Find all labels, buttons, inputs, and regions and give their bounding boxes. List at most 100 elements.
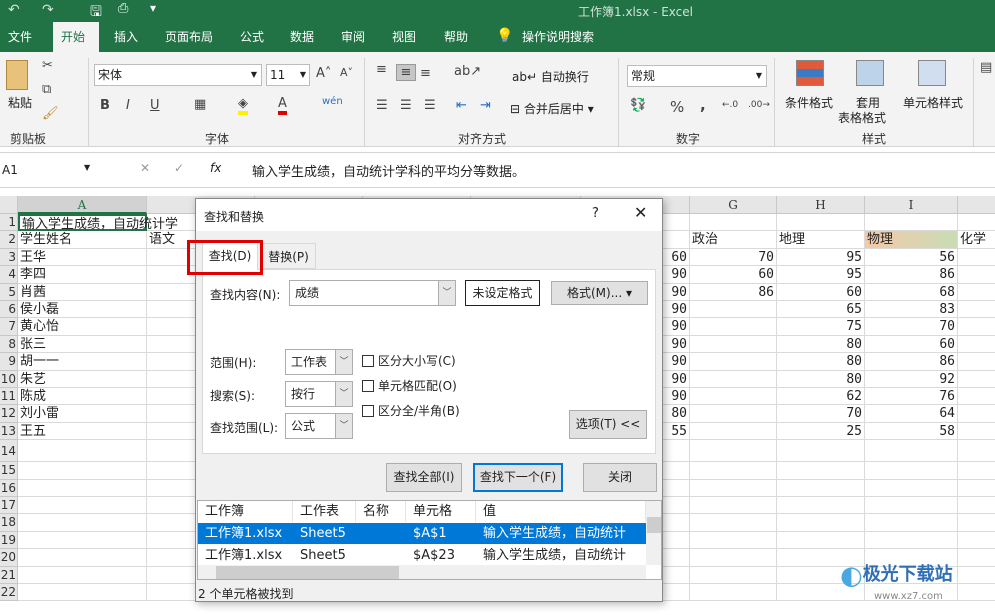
- column-header[interactable]: I: [865, 196, 958, 214]
- row-header[interactable]: 13: [0, 422, 18, 441]
- find-history-dropdown-icon[interactable]: ﹀: [438, 281, 455, 305]
- tab-home[interactable]: 开始: [53, 22, 99, 52]
- match-byte-checkbox[interactable]: 区分全/半角(B): [362, 402, 460, 419]
- column-header[interactable]: [958, 196, 995, 214]
- name-box-dropdown-icon[interactable]: ▼: [84, 163, 90, 172]
- row-header[interactable]: 19: [0, 531, 18, 550]
- match-case-checkbox[interactable]: 区分大小写(C): [362, 352, 456, 369]
- orientation-icon[interactable]: ab↗: [454, 64, 481, 79]
- results-header[interactable]: 工作簿 工作表 名称 单元格值: [198, 501, 646, 522]
- horizontal-scrollbar[interactable]: [198, 565, 646, 579]
- row-header[interactable]: 10: [0, 370, 18, 388]
- row-header[interactable]: 5: [0, 283, 18, 301]
- row-header[interactable]: 17: [0, 497, 18, 515]
- row-header[interactable]: 8: [0, 335, 18, 354]
- cancel-icon[interactable]: ✕: [140, 161, 150, 175]
- tab-review[interactable]: 审阅: [333, 22, 373, 52]
- font-color-icon[interactable]: A: [278, 96, 287, 115]
- underline-button[interactable]: U: [150, 98, 160, 113]
- align-bottom-icon[interactable]: ≡: [420, 66, 431, 81]
- column-header[interactable]: H: [777, 196, 865, 214]
- align-middle-icon[interactable]: ≡: [396, 64, 416, 81]
- row-header[interactable]: 18: [0, 514, 18, 532]
- find-what-input[interactable]: 成绩 ﹀: [289, 280, 456, 306]
- cell-styles-icon[interactable]: [918, 60, 946, 86]
- merge-center-button[interactable]: ⊟ 合并后居中 ▾: [510, 100, 594, 117]
- horizontal-scroll-thumb[interactable]: [216, 566, 399, 579]
- italic-button[interactable]: I: [126, 98, 130, 113]
- options-button[interactable]: 选项(T) <<: [569, 410, 647, 439]
- customize-qat-icon[interactable]: ▾: [150, 1, 156, 15]
- copy-icon[interactable]: ⧉: [42, 82, 51, 97]
- row-header[interactable]: 22: [0, 584, 18, 602]
- bold-button[interactable]: B: [100, 98, 110, 113]
- insert-cells-icon[interactable]: ▤: [980, 60, 992, 75]
- format-painter-icon[interactable]: 🖌: [42, 106, 59, 121]
- column-header[interactable]: G: [690, 196, 777, 214]
- borders-icon[interactable]: ▦: [194, 97, 206, 112]
- paste-button[interactable]: 粘贴: [8, 94, 32, 111]
- decrease-font-icon[interactable]: A˅: [340, 66, 353, 79]
- close-icon[interactable]: ✕: [634, 203, 647, 222]
- cut-icon[interactable]: ✂: [42, 58, 53, 73]
- tab-help[interactable]: 帮助: [436, 22, 476, 52]
- vertical-scrollbar[interactable]: [646, 501, 661, 565]
- tell-me-search[interactable]: 操作说明搜索: [514, 22, 602, 52]
- number-format-select[interactable]: 常规 ▼: [627, 65, 767, 87]
- match-entire-cell-checkbox[interactable]: 单元格匹配(O): [362, 377, 457, 394]
- align-top-icon[interactable]: ≡: [376, 62, 387, 77]
- format-button[interactable]: 格式(M)... ▾: [551, 281, 648, 305]
- insert-function-button[interactable]: fx: [210, 161, 221, 175]
- increase-font-icon[interactable]: A˄: [316, 66, 331, 81]
- format-as-table-label-2[interactable]: 表格格式: [838, 109, 886, 126]
- column-header[interactable]: A: [18, 196, 147, 214]
- tab-data[interactable]: 数据: [282, 22, 322, 52]
- result-row[interactable]: 工作簿1.xlsx Sheet5 $A$23 输入学生成绩，自动统计: [198, 545, 646, 566]
- vertical-scroll-thumb[interactable]: [647, 517, 661, 533]
- phonetic-icon[interactable]: wén: [322, 96, 343, 107]
- results-list[interactable]: 工作簿 工作表 名称 单元格值工作簿1.xlsx Sheet5 $A$1 输入学生成绩，自动…: [197, 500, 662, 580]
- comma-button[interactable]: ,: [700, 96, 706, 114]
- redo-icon[interactable]: ↷: [42, 2, 54, 18]
- conditional-format-icon[interactable]: [796, 60, 824, 86]
- scope-select[interactable]: 工作表 ﹀: [285, 349, 353, 375]
- row-header[interactable]: 2: [0, 231, 18, 249]
- increase-indent-icon[interactable]: ⇥: [480, 98, 491, 113]
- enter-icon[interactable]: ✓: [174, 161, 184, 175]
- percent-button[interactable]: %: [670, 98, 684, 116]
- align-right-icon[interactable]: ☰: [424, 98, 436, 113]
- row-header[interactable]: 21: [0, 566, 18, 584]
- conditional-format-button[interactable]: 条件格式: [785, 94, 833, 111]
- wrap-text-button[interactable]: ab↵ 自动换行: [512, 68, 589, 85]
- find-next-button[interactable]: 查找下一个(F): [473, 463, 563, 492]
- cell-styles-button[interactable]: 单元格样式: [903, 94, 963, 111]
- row-header[interactable]: 12: [0, 405, 18, 423]
- tab-page-layout[interactable]: 页面布局: [157, 22, 221, 52]
- row-header[interactable]: 4: [0, 266, 18, 284]
- tab-formulas[interactable]: 公式: [232, 22, 272, 52]
- row-header[interactable]: 15: [0, 462, 18, 480]
- align-center-icon[interactable]: ☰: [400, 98, 412, 113]
- paste-icon[interactable]: [6, 60, 28, 90]
- accounting-format-icon[interactable]: 💱: [630, 98, 646, 113]
- fill-color-icon[interactable]: ◈: [238, 96, 248, 115]
- row-header[interactable]: 11: [0, 388, 18, 406]
- row-header[interactable]: 9: [0, 353, 18, 371]
- close-button[interactable]: 关闭: [583, 463, 657, 492]
- decrease-indent-icon[interactable]: ⇤: [456, 98, 467, 113]
- increase-decimal-icon[interactable]: ←.0: [722, 100, 738, 110]
- find-all-button[interactable]: 查找全部(I): [386, 463, 462, 492]
- row-header[interactable]: 1: [0, 214, 18, 232]
- search-order-select[interactable]: 按行 ﹀: [285, 381, 353, 407]
- row-header[interactable]: 6: [0, 301, 18, 319]
- print-preview-icon[interactable]: ⎙: [118, 1, 128, 16]
- row-header[interactable]: 3: [0, 248, 18, 267]
- row-header[interactable]: 20: [0, 549, 18, 567]
- row-header[interactable]: 16: [0, 479, 18, 497]
- align-left-icon[interactable]: ☰: [376, 98, 388, 113]
- decrease-decimal-icon[interactable]: .00→: [748, 100, 770, 110]
- formula-input[interactable]: 输入学生成绩，自动统计学科的平均分等数据。: [252, 161, 525, 180]
- help-button[interactable]: ?: [592, 206, 599, 221]
- look-in-select[interactable]: 公式 ﹀: [285, 413, 353, 439]
- undo-icon[interactable]: ↶: [8, 2, 20, 18]
